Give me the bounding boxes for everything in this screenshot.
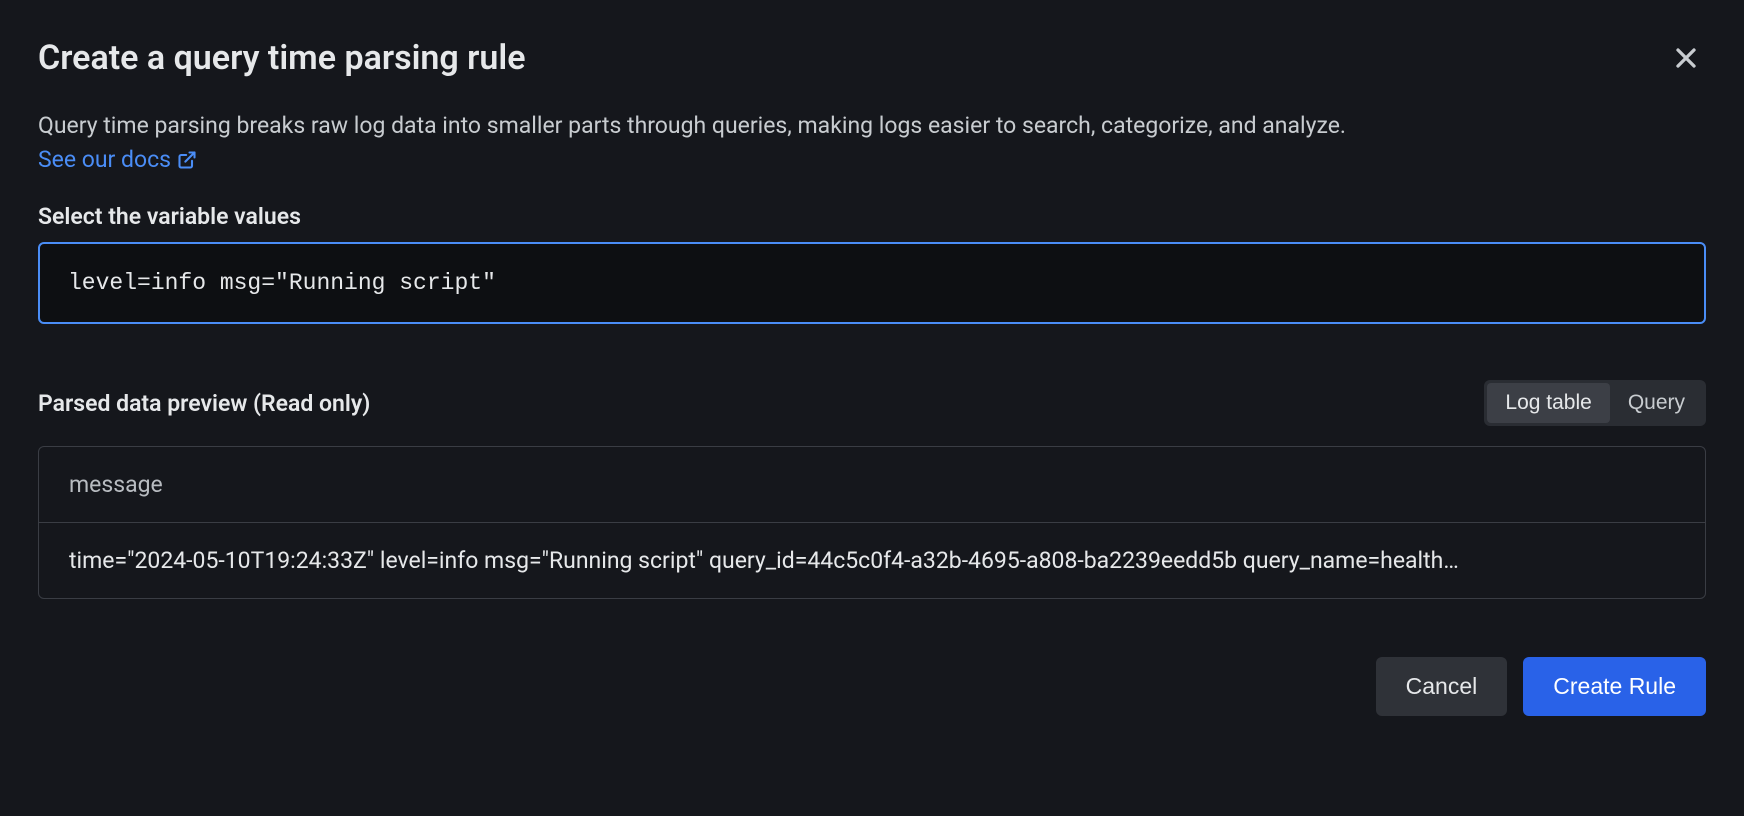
preview-table: message time="2024-05-10T19:24:33Z" leve… bbox=[38, 446, 1706, 599]
close-icon bbox=[1670, 42, 1702, 74]
docs-link-text: See our docs bbox=[38, 146, 171, 173]
close-button[interactable] bbox=[1666, 38, 1706, 78]
table-row: time="2024-05-10T19:24:33Z" level=info m… bbox=[39, 523, 1705, 598]
preview-toggle-group: Log table Query bbox=[1484, 380, 1706, 426]
table-header-message: message bbox=[39, 447, 1705, 523]
variable-values-input[interactable] bbox=[38, 242, 1706, 324]
cancel-button[interactable]: Cancel bbox=[1376, 657, 1508, 716]
docs-link[interactable]: See our docs bbox=[38, 146, 197, 173]
toggle-query[interactable]: Query bbox=[1610, 383, 1703, 423]
create-rule-button[interactable]: Create Rule bbox=[1523, 657, 1706, 716]
toggle-log-table[interactable]: Log table bbox=[1487, 383, 1609, 423]
external-link-icon bbox=[177, 150, 197, 170]
modal-description: Query time parsing breaks raw log data i… bbox=[38, 110, 1706, 142]
modal-title: Create a query time parsing rule bbox=[38, 38, 526, 78]
variable-values-label: Select the variable values bbox=[38, 203, 1706, 230]
preview-label: Parsed data preview (Read only) bbox=[38, 390, 370, 417]
